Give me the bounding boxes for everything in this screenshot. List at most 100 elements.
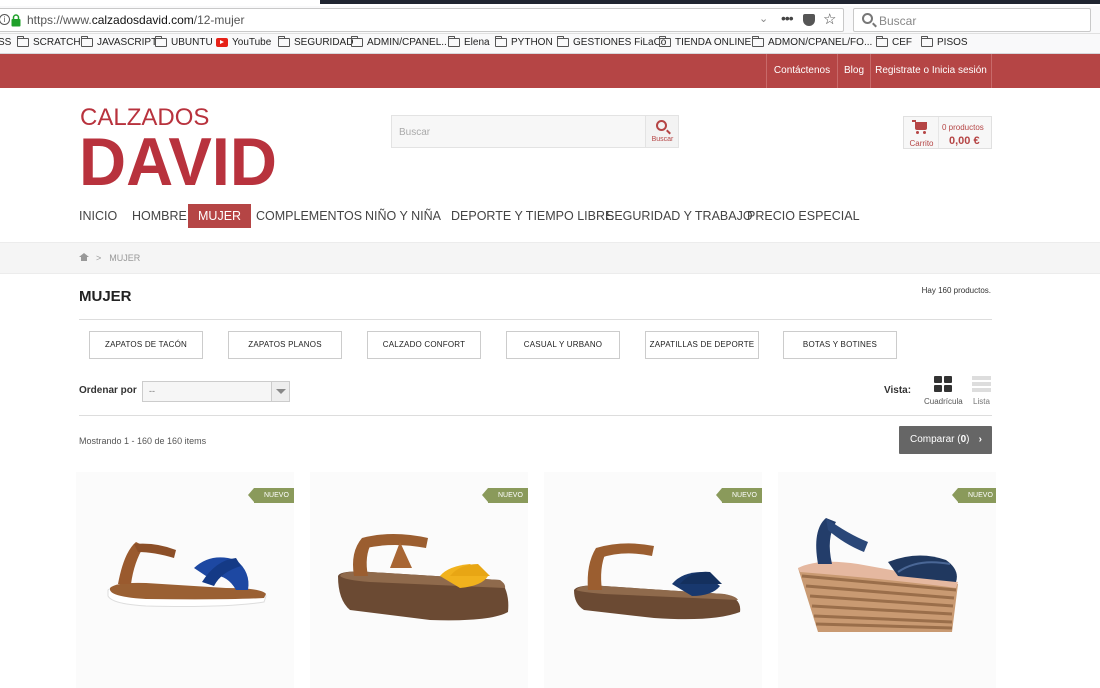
login-link[interactable]: Registrate o Inicia sesión (870, 54, 992, 88)
cart-widget[interactable]: Carrito 0 productos 0,00 € (903, 116, 992, 149)
folder-icon (278, 36, 290, 47)
pocket-icon[interactable] (803, 14, 815, 26)
nav-item-deporte[interactable]: DEPORTE Y TIEMPO LIBRE (451, 204, 613, 228)
bookmark-item[interactable]: CEF (876, 36, 912, 48)
bookmark-label: YouTube (232, 37, 272, 48)
folder-icon (752, 36, 764, 47)
nav-item-mujer[interactable]: MUJER (188, 204, 252, 228)
site-search: Buscar Buscar (391, 115, 679, 148)
site-logo[interactable]: CALZADOS DAVID (79, 104, 279, 190)
bookmark-star-icon[interactable]: ☆ (823, 10, 836, 28)
sort-and-view-row: Ordenar por -- Vista: Cuadrícula Lista (79, 376, 992, 406)
product-card[interactable]: NUEVO (544, 472, 762, 688)
bookmark-label: SS (0, 37, 12, 48)
tab-strip (320, 0, 1100, 4)
product-image[interactable] (310, 472, 528, 688)
bookmark-item[interactable]: UBUNTU (155, 36, 213, 48)
site-search-button[interactable]: Buscar (645, 116, 678, 147)
address-bar[interactable]: i https://www.calzadosdavid.com/12-mujer… (0, 8, 844, 32)
nav-item-seguridad[interactable]: SEGURIDAD Y TRABAJO (606, 204, 753, 228)
folder-icon (351, 36, 363, 47)
lock-icon (11, 14, 21, 27)
folder-icon (876, 36, 888, 47)
subcategory-button[interactable]: BOTAS Y BOTINES (783, 331, 897, 359)
new-badge: NUEVO (952, 488, 996, 503)
nav-item-complementos[interactable]: COMPLEMENTOS (256, 204, 362, 228)
bookmark-label: TIENDA ONLINE (675, 37, 752, 48)
breadcrumb-separator: > (96, 253, 102, 263)
bookmark-item[interactable]: SEGURIDAD (278, 36, 354, 48)
subcategory-button[interactable]: ZAPATOS DE TACÓN (89, 331, 203, 359)
nav-item-nino-nina[interactable]: NIÑO Y NIÑA (365, 204, 441, 228)
bookmark-item[interactable]: SCRATCH (17, 36, 81, 48)
product-image[interactable] (544, 472, 762, 688)
youtube-icon (216, 38, 228, 47)
folder-icon (659, 36, 671, 47)
search-icon (862, 13, 873, 24)
contact-link[interactable]: Contáctenos (766, 54, 837, 88)
grid-view-label[interactable]: Cuadrícula (924, 397, 963, 406)
info-icon[interactable]: i (0, 14, 10, 25)
cart-label: Carrito (909, 139, 934, 148)
bookmark-label: CEF (892, 37, 912, 48)
bookmark-item[interactable]: PISOS (921, 36, 968, 48)
bookmark-label: PISOS (937, 37, 968, 48)
cart-icon-box: Carrito (904, 117, 939, 148)
bookmark-item[interactable]: PYTHON (495, 36, 553, 48)
bookmarks-bar: SS SCRATCH JAVASCRIPT UBUNTU YouTube SEG… (0, 34, 1100, 54)
svg-text:DAVID: DAVID (79, 130, 277, 190)
folder-icon (448, 36, 460, 47)
subcategory-button[interactable]: ZAPATOS PLANOS (228, 331, 342, 359)
page-title: MUJER (79, 288, 132, 305)
subcategory-button[interactable]: CASUAL Y URBANO (506, 331, 620, 359)
bookmark-label: ADMON/CPANEL/FO... (768, 37, 873, 48)
chevron-down-icon[interactable]: ⌄ (759, 12, 768, 25)
page-actions-icon[interactable]: ••• (781, 10, 794, 26)
product-image[interactable] (76, 472, 294, 688)
browser-search-input[interactable]: Buscar (853, 8, 1091, 32)
nav-item-precio-especial[interactable]: PRECIO ESPECIAL (747, 204, 860, 228)
folder-icon (17, 36, 29, 47)
bookmark-label: SEGURIDAD (294, 37, 354, 48)
compare-label-end: ) (966, 434, 970, 445)
site-search-input[interactable]: Buscar (399, 127, 430, 138)
bookmark-label: GESTIONES FiLaCo (573, 37, 667, 48)
folder-icon (921, 36, 933, 47)
subcategory-button[interactable]: ZAPATILLAS DE DEPORTE (645, 331, 759, 359)
folder-icon (81, 36, 93, 47)
sort-select[interactable]: -- (142, 381, 290, 402)
new-badge: NUEVO (248, 488, 294, 503)
bookmark-item[interactable]: Elena (448, 36, 490, 48)
cart-count: 0 productos (942, 123, 984, 132)
search-icon (656, 120, 667, 131)
blog-link[interactable]: Blog (837, 54, 870, 88)
nav-item-hombre[interactable]: HOMBRE (132, 204, 187, 228)
home-icon[interactable] (79, 253, 89, 262)
bookmark-item[interactable]: ADMON/CPANEL/FO... (752, 36, 873, 48)
breadcrumb-current: MUJER (109, 253, 141, 263)
bookmark-item[interactable]: ADMIN/CPANEL.. (351, 36, 447, 48)
product-card[interactable]: NUEVO (778, 472, 996, 688)
list-view-icon[interactable] (972, 376, 991, 392)
product-card[interactable]: NUEVO (76, 472, 294, 688)
compare-button[interactable]: Comparar (0) › (899, 426, 992, 454)
breadcrumb-bar: > MUJER (0, 242, 1100, 274)
bookmark-item[interactable]: TIENDA ONLINE (659, 36, 752, 48)
divider (79, 415, 992, 416)
product-card[interactable]: NUEVO (310, 472, 528, 688)
subcategory-button[interactable]: CALZADO CONFORT (367, 331, 481, 359)
nav-item-inicio[interactable]: INICIO (79, 204, 117, 228)
product-count: Hay 160 productos. (921, 286, 991, 295)
list-view-label[interactable]: Lista (973, 397, 990, 406)
logo-wordmark: DAVID (79, 130, 277, 190)
folder-icon (495, 36, 507, 47)
bookmark-label: Elena (464, 37, 490, 48)
cart-icon (912, 120, 927, 134)
bookmark-item[interactable]: YouTube (216, 37, 271, 48)
grid-view-icon[interactable] (934, 376, 952, 392)
bookmark-item[interactable]: GESTIONES FiLaCo (557, 36, 667, 48)
bookmark-item[interactable]: JAVASCRIPT (81, 36, 157, 48)
sort-label: Ordenar por (79, 385, 137, 396)
bookmark-item[interactable]: SS (0, 37, 11, 48)
product-image[interactable] (778, 472, 996, 688)
